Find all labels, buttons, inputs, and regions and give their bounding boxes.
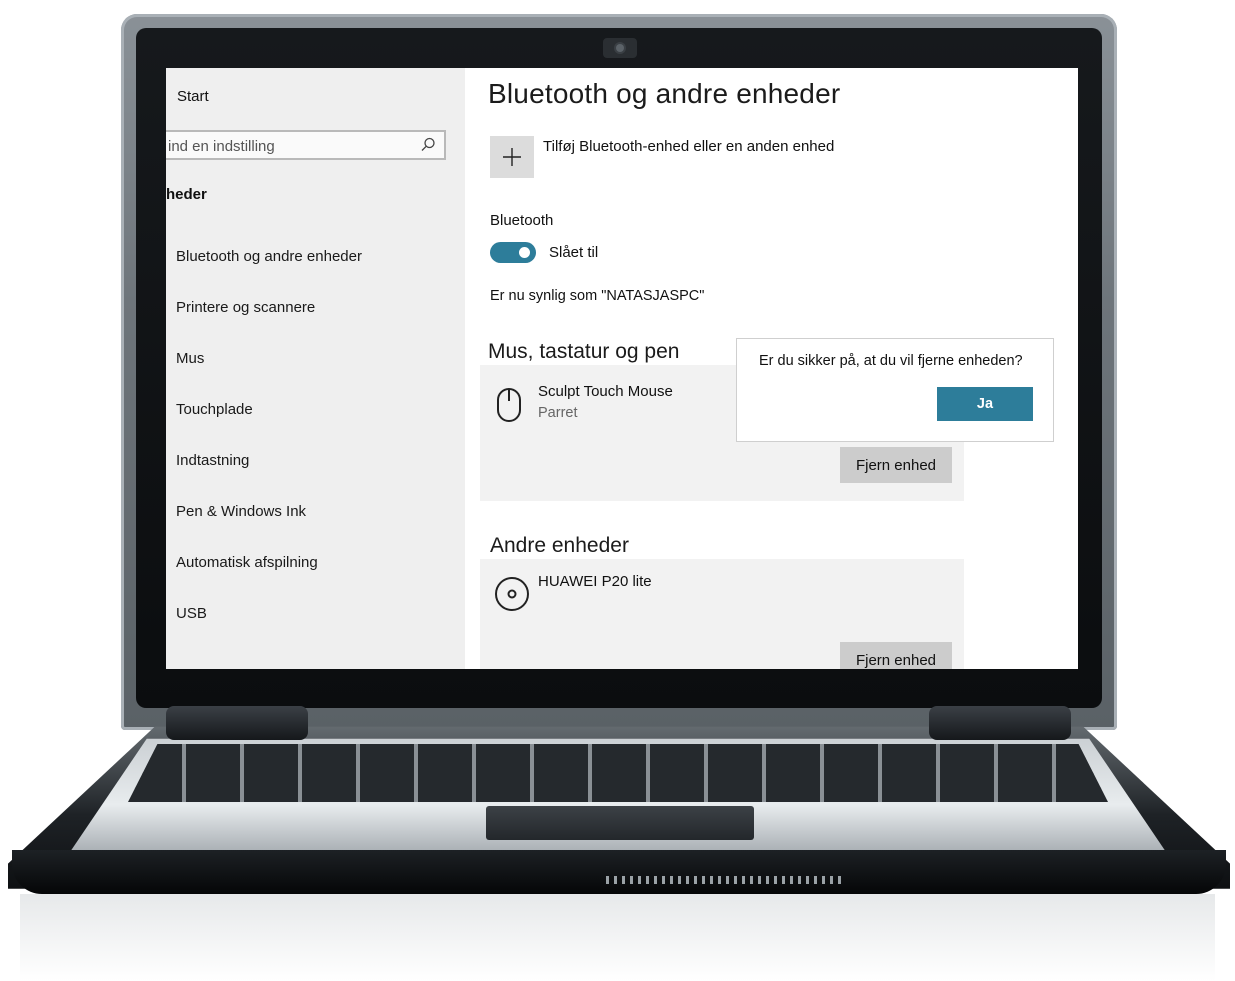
- remove-phone-button[interactable]: Fjern enhed: [840, 642, 952, 669]
- right-hinge: [929, 706, 1071, 740]
- left-hinge: [166, 706, 308, 740]
- sidebar-item-mouse[interactable]: Mus: [166, 340, 465, 391]
- sidebar-item-pen[interactable]: Pen & Windows Ink: [166, 493, 465, 544]
- bluetooth-state-label: Slået til: [549, 244, 599, 261]
- sidebar-item-usb[interactable]: USB: [166, 595, 465, 646]
- confirm-question: Er du sikker på, at du vil fjerne enhede…: [759, 353, 1023, 369]
- surface-reflection: [20, 894, 1215, 981]
- sidebar-item-typing[interactable]: Indtastning: [166, 442, 465, 493]
- laptop-front-edge: [12, 850, 1226, 894]
- sidebar-item-autoplay[interactable]: Automatisk afspilning: [166, 544, 465, 595]
- discoverable-text: Er nu synlig som "NATASJASPC": [490, 288, 705, 304]
- keyboard: [128, 744, 1108, 802]
- phone-device-name: HUAWEI P20 lite: [538, 573, 652, 590]
- laptop-screen: Start heder Bluetooth og andre enheder P…: [166, 68, 1078, 669]
- device-disc-icon: [495, 577, 529, 611]
- bluetooth-label: Bluetooth: [490, 212, 554, 229]
- mouse-device-name: Sculpt Touch Mouse: [538, 383, 673, 400]
- mouse-device-status: Parret: [538, 405, 578, 421]
- page-title: Bluetooth og andre enheder: [488, 78, 841, 109]
- add-device-label[interactable]: Tilføj Bluetooth-enhed eller en anden en…: [543, 138, 834, 155]
- sidebar-item-bluetooth[interactable]: Bluetooth og andre enheder: [166, 238, 465, 289]
- search-icon[interactable]: [418, 135, 438, 155]
- mouse-section-heading: Mus, tastatur og pen: [488, 340, 680, 363]
- search-input[interactable]: [166, 134, 410, 158]
- vent-grille: [606, 876, 846, 884]
- add-device-button[interactable]: [490, 136, 534, 178]
- confirm-remove-dialog: Er du sikker på, at du vil fjerne enhede…: [736, 338, 1054, 442]
- sidebar-home-link[interactable]: Start: [177, 88, 209, 105]
- bluetooth-toggle[interactable]: [490, 242, 536, 263]
- sidebar-nav: Bluetooth og andre enheder Printere og s…: [166, 238, 465, 646]
- other-devices-heading: Andre enheder: [490, 534, 629, 557]
- webcam-icon: [603, 38, 637, 58]
- sidebar-category-heading: heder: [166, 186, 207, 203]
- search-box[interactable]: [166, 130, 446, 160]
- confirm-yes-button[interactable]: Ja: [937, 387, 1033, 421]
- remove-mouse-button[interactable]: Fjern enhed: [840, 447, 952, 483]
- mouse-icon: [497, 388, 521, 422]
- settings-sidebar: Start heder Bluetooth og andre enheder P…: [166, 68, 465, 669]
- settings-main-pane: Bluetooth og andre enheder Tilføj Blueto…: [465, 68, 1078, 669]
- touchpad: [486, 806, 754, 840]
- plus-icon: [503, 148, 521, 166]
- sidebar-item-touchpad[interactable]: Touchplade: [166, 391, 465, 442]
- sidebar-item-printers[interactable]: Printere og scannere: [166, 289, 465, 340]
- phone-device-card[interactable]: HUAWEI P20 lite Fjern enhed: [480, 559, 964, 669]
